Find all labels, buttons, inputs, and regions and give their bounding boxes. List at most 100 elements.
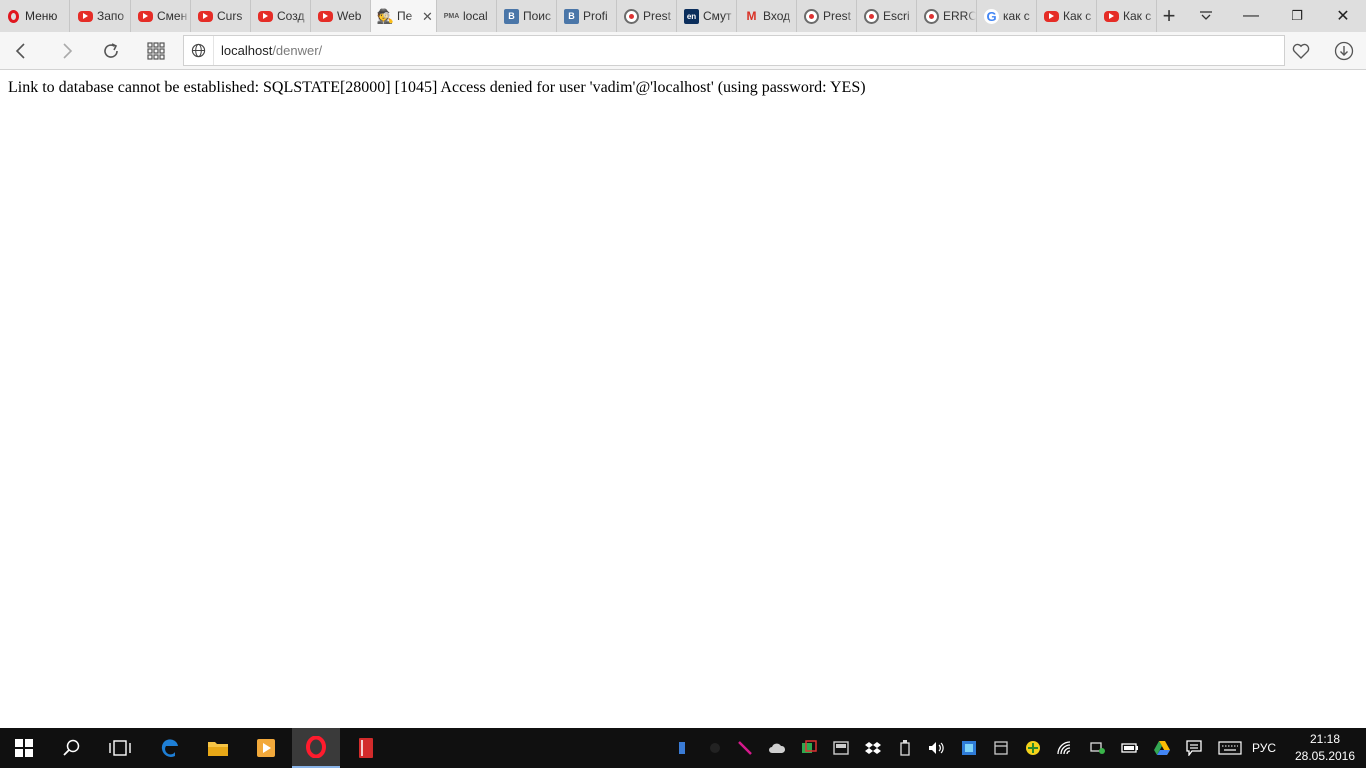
tab-0[interactable]: Запо <box>71 0 131 32</box>
tray-pen-icon[interactable] <box>734 728 756 768</box>
menu-label: Меню <box>25 9 58 23</box>
tab-title: Prest <box>823 9 852 23</box>
database-error-message: Link to database cannot be established: … <box>8 79 866 96</box>
close-icon: ✕ <box>1336 8 1350 25</box>
tab-8[interactable]: В Profi <box>557 0 617 32</box>
forward-button[interactable] <box>52 36 82 66</box>
tray-monitor-icon[interactable] <box>830 728 852 768</box>
prestashop-icon <box>804 8 819 24</box>
cloud-icon <box>769 743 786 753</box>
tab-menu-button[interactable] <box>1196 0 1216 32</box>
edge-icon <box>161 739 178 757</box>
tab-title: Смен <box>157 9 188 23</box>
speed-dial-button[interactable] <box>141 36 171 66</box>
tray-cloud-icon[interactable] <box>766 728 788 768</box>
task-view-icon <box>109 740 131 756</box>
tab-2[interactable]: Curs <box>191 0 251 32</box>
close-window-button[interactable]: ✕ <box>1320 0 1366 32</box>
tab-13[interactable]: Escri <box>857 0 917 32</box>
tab-menu-icon <box>1200 11 1212 20</box>
tray-network-icon[interactable] <box>1087 728 1109 768</box>
downloads-button[interactable] <box>1329 36 1359 66</box>
tab-1[interactable]: Смен <box>131 0 191 32</box>
tray-sync-icon[interactable] <box>798 728 820 768</box>
tab-10[interactable]: en Смут <box>677 0 737 32</box>
tray-google-drive-icon[interactable] <box>1151 728 1173 768</box>
url-text[interactable]: localhost/denwer/ <box>214 43 322 58</box>
tray-wifi-icon[interactable] <box>1055 728 1077 768</box>
taskbar-clock[interactable]: 21:18 28.05.2016 <box>1290 731 1360 765</box>
tray-keyboard-icon[interactable] <box>1217 728 1243 768</box>
tab-title: Вход <box>763 9 791 23</box>
new-tab-button[interactable]: + <box>1157 0 1181 32</box>
maximize-button[interactable]: ❐ <box>1274 0 1320 32</box>
tab-title: Пе <box>397 9 413 23</box>
tray-dropbox-icon[interactable] <box>862 728 884 768</box>
tab-17[interactable]: Как с <box>1097 0 1157 32</box>
input-language-indicator[interactable]: РУС <box>1252 728 1276 768</box>
back-button[interactable] <box>6 36 36 66</box>
minimize-button[interactable]: — <box>1228 0 1274 32</box>
taskbar-book-app[interactable] <box>342 728 390 768</box>
youtube-icon <box>258 10 273 22</box>
tray-usb-icon[interactable] <box>671 728 693 768</box>
tray-notifications-icon[interactable] <box>1183 728 1205 768</box>
tab-12[interactable]: Prest <box>797 0 857 32</box>
tab-11[interactable]: M Вход <box>737 0 797 32</box>
display-icon <box>994 741 1008 755</box>
tab-4[interactable]: Web <box>311 0 371 32</box>
taskbar-media-player[interactable] <box>242 728 290 768</box>
search-button[interactable] <box>48 728 96 768</box>
reload-button[interactable] <box>96 36 126 66</box>
tray-app-blue-icon[interactable] <box>958 728 980 768</box>
tab-5[interactable]: 🕵 Пе ✕ <box>371 0 437 32</box>
taskbar-file-explorer[interactable] <box>194 728 242 768</box>
start-button[interactable] <box>0 728 48 768</box>
tab-16[interactable]: Как с <box>1037 0 1097 32</box>
tab-15[interactable]: Gкак с <box>977 0 1037 32</box>
tray-display-icon[interactable] <box>990 728 1012 768</box>
tab-strip: Меню Запо Смен Curs Созд Web 🕵 Пе ✕ PMA local В Пои… <box>0 0 1366 32</box>
pen-icon <box>738 741 752 755</box>
tab-14[interactable]: ERRO <box>917 0 977 32</box>
bookmark-button[interactable] <box>1286 36 1316 66</box>
book-icon <box>359 738 373 758</box>
tray-battery-icon[interactable] <box>1119 728 1141 768</box>
spy-icon: 🕵 <box>376 7 395 24</box>
tray-volume-icon[interactable] <box>926 728 948 768</box>
heart-icon <box>1292 43 1310 59</box>
opera-menu-button[interactable]: Меню <box>0 0 70 32</box>
tray-yellow-icon[interactable] <box>1022 728 1044 768</box>
tray-app-icon[interactable] <box>704 728 726 768</box>
taskbar-opera[interactable] <box>292 728 340 768</box>
task-view-button[interactable] <box>96 728 144 768</box>
tab-7[interactable]: В Поис <box>497 0 557 32</box>
browser-toolbar: localhost/denwer/ <box>0 32 1366 70</box>
search-icon <box>63 739 80 756</box>
close-tab-icon[interactable]: ✕ <box>422 10 433 23</box>
prestashop-icon <box>624 8 639 24</box>
prestashop-icon <box>864 8 879 24</box>
tab-6[interactable]: PMA local <box>437 0 497 32</box>
tray-device-icon[interactable] <box>894 728 916 768</box>
restore-icon: ❐ <box>1291 8 1303 23</box>
tab-title: Curs <box>217 9 243 23</box>
globe-icon[interactable] <box>184 36 214 65</box>
tray-dot-icon <box>710 743 720 753</box>
tab-9[interactable]: Prest <box>617 0 677 32</box>
dropbox-icon <box>865 742 881 754</box>
youtube-icon <box>1044 10 1059 22</box>
prestashop-icon <box>924 8 939 24</box>
vk-icon: В <box>504 8 519 24</box>
tab-title: Profi <box>583 9 608 23</box>
keyboard-icon <box>1218 741 1242 755</box>
globe-shape <box>191 43 206 58</box>
phpmyadmin-icon: PMA <box>443 12 460 20</box>
device-icon <box>900 740 910 756</box>
back-arrow-icon <box>15 43 25 59</box>
address-bar[interactable]: localhost/denwer/ <box>183 35 1285 66</box>
sync-icon <box>802 740 817 753</box>
usb-icon <box>679 742 685 754</box>
taskbar-edge[interactable] <box>146 728 194 768</box>
tab-3[interactable]: Созд <box>251 0 311 32</box>
